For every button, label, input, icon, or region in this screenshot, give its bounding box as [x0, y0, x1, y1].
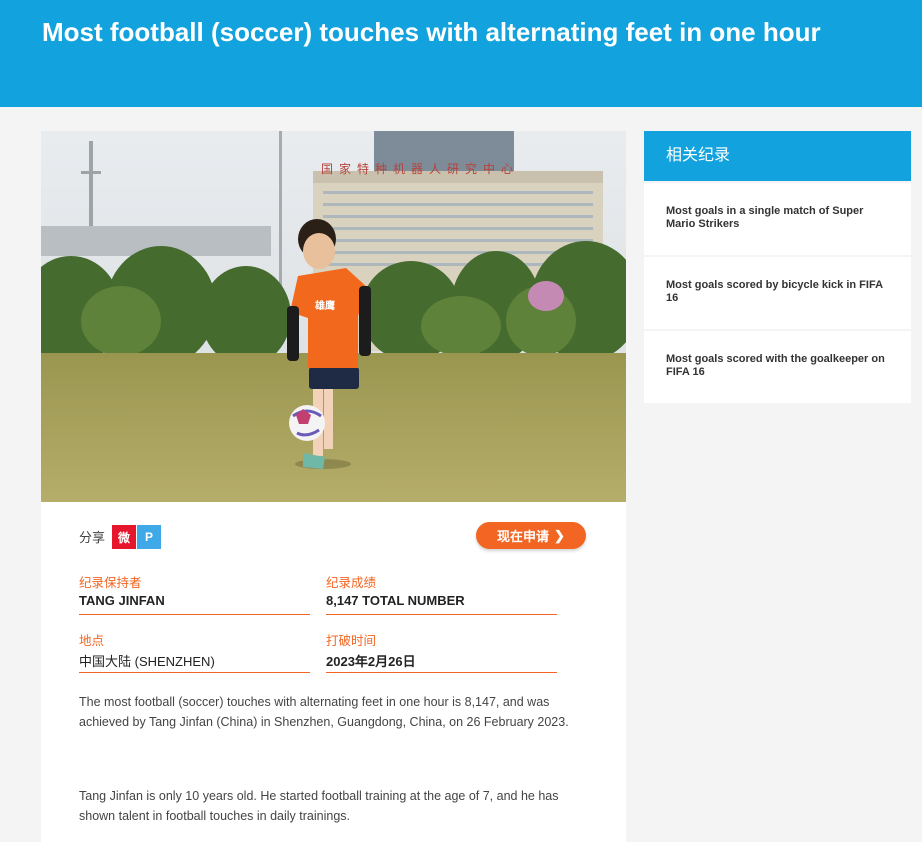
record-holder-value: TANG JINFAN — [79, 593, 165, 608]
pengyou-icon[interactable]: P — [137, 525, 161, 549]
record-result-field: 纪录成绩 8,147 TOTAL NUMBER — [326, 572, 557, 615]
record-holder-label: 纪录保持者 — [79, 576, 142, 590]
record-result-label: 纪录成绩 — [326, 576, 377, 590]
location-field: 地点 中国大陆 (SHENZHEN) — [79, 630, 310, 673]
description-paragraph-1: The most football (soccer) touches with … — [79, 695, 569, 729]
apply-now-label: 现在申请 — [497, 529, 550, 544]
pengyou-glyph: P — [144, 530, 153, 544]
page-title: Most football (soccer) touches with alte… — [42, 17, 821, 47]
record-holder-field: 纪录保持者 TANG JINFAN — [79, 572, 310, 615]
building-sign: 国家特种机器人研究中心 — [321, 161, 519, 176]
apply-now-button[interactable]: 现在申请 ❯ — [476, 522, 586, 549]
location-value: 中国大陆 (SHENZHEN) — [79, 654, 215, 669]
share-label: 分享 — [79, 530, 106, 545]
record-result-value: 8,147 TOTAL NUMBER — [326, 593, 465, 608]
location-label: 地点 — [79, 634, 105, 648]
date-value: 2023年2月26日 — [326, 654, 416, 669]
related-record-item[interactable]: Most goals scored by bicycle kick in FIF… — [644, 257, 911, 329]
record-card: 国家特种机器人研究中心 雄鹰 分享 微 P 现在申请 ❯ 纪录保持者 TANG … — [41, 131, 626, 842]
weibo-icon[interactable]: 微 — [112, 525, 136, 549]
date-label: 打破时间 — [326, 634, 377, 648]
related-record-item[interactable]: Most goals scored with the goalkeeper on… — [644, 331, 911, 403]
description-paragraph-2: Tang Jinfan is only 10 years old. He sta… — [79, 789, 559, 823]
weibo-glyph: 微 — [117, 530, 130, 545]
date-field: 打破时间 2023年2月26日 — [326, 630, 557, 673]
record-photo: 国家特种机器人研究中心 雄鹰 — [41, 131, 626, 502]
related-record-item[interactable]: Most goals in a single match of Super Ma… — [644, 183, 911, 255]
chevron-right-icon: ❯ — [554, 527, 565, 543]
related-records-sidebar: 相关纪录 Most goals in a single match of Sup… — [644, 131, 911, 403]
page-header: Most football (soccer) touches with alte… — [0, 0, 922, 107]
sidebar-title: 相关纪录 — [644, 131, 911, 181]
shirt-text: 雄鹰 — [314, 299, 335, 312]
